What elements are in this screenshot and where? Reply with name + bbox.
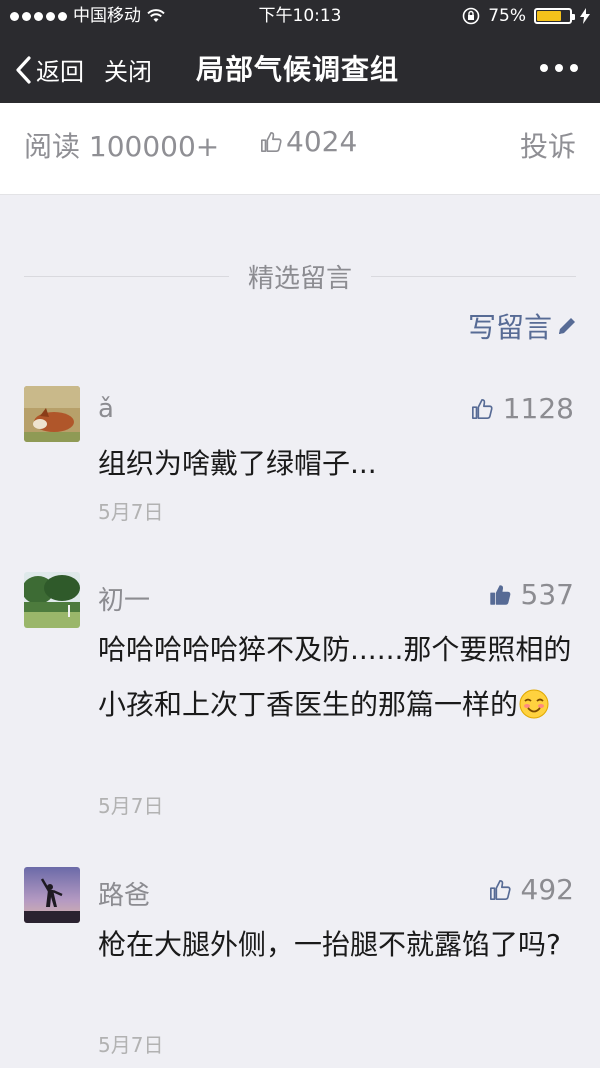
avatar[interactable] (24, 867, 80, 923)
comment-author[interactable]: 路爸 (98, 875, 150, 912)
thumbs-up-filled-icon (489, 584, 510, 605)
avatar[interactable] (24, 572, 80, 628)
comment-text: 哈哈哈哈哈猝不及防......那个要照相的小孩和上次丁香医生的那篇一样的 (98, 633, 572, 721)
article-stats-bar: 阅读 100000+ 4024 投诉 (0, 103, 600, 195)
status-bar: 中国移动 下午10:13 75% (0, 0, 600, 32)
comment-author[interactable]: 初一 (98, 580, 150, 617)
comment-text: 枪在大腿外侧，一抬腿不就露馅了吗? (98, 928, 561, 961)
comment-author[interactable]: ǎ (98, 394, 114, 424)
report-button[interactable]: 投诉 (520, 125, 576, 165)
landscape-avatar-image (24, 572, 80, 628)
article-like-count: 4024 (286, 125, 358, 158)
smiling-face-icon (519, 689, 549, 719)
charging-bolt-icon (580, 8, 590, 24)
article-like-button[interactable]: 4024 (260, 125, 357, 158)
thumbs-up-icon (261, 131, 282, 152)
selected-comments-heading: 精选留言 (0, 258, 600, 295)
comment-like-count: 1128 (502, 392, 574, 425)
comment-like-count: 537 (520, 578, 574, 611)
comment-like-button[interactable]: 1128 (471, 392, 574, 425)
comment-date: 5月7日 (98, 794, 164, 818)
silhouette-avatar-image (24, 867, 80, 923)
navigation-bar: 返回 关闭 局部气候调查组 (0, 34, 600, 102)
more-options-button[interactable] (540, 64, 578, 72)
write-comment-button[interactable]: 写留言 (468, 306, 578, 346)
battery-percent: 75% (488, 6, 526, 26)
comment-like-button[interactable]: 492 (489, 873, 574, 906)
thumbs-up-icon (471, 398, 493, 419)
pencil-icon (559, 318, 575, 334)
avatar[interactable] (24, 386, 80, 442)
comment-like-button[interactable]: 537 (489, 578, 574, 611)
thumbs-up-icon (489, 879, 511, 900)
page-title: 局部气候调查组 (196, 53, 400, 86)
back-label: 返回 (36, 58, 84, 86)
comment-text: 组织为啥戴了绿帽子... (98, 447, 377, 480)
battery-icon (534, 8, 575, 24)
comment-date: 5月7日 (98, 1033, 164, 1057)
comment-like-count: 492 (520, 873, 574, 906)
close-button[interactable]: 关闭 (104, 52, 152, 87)
top-bar: 中国移动 下午10:13 75% 返回 关闭 局部气候调查组 (0, 0, 600, 103)
back-button[interactable]: 返回 (14, 52, 84, 87)
rotation-lock-icon (462, 7, 480, 25)
chevron-left-icon (16, 55, 31, 84)
fox-avatar-image (24, 386, 80, 442)
comment-date: 5月7日 (98, 500, 164, 524)
write-comment-label: 写留言 (467, 311, 552, 344)
read-count: 阅读 100000+ (24, 130, 220, 163)
